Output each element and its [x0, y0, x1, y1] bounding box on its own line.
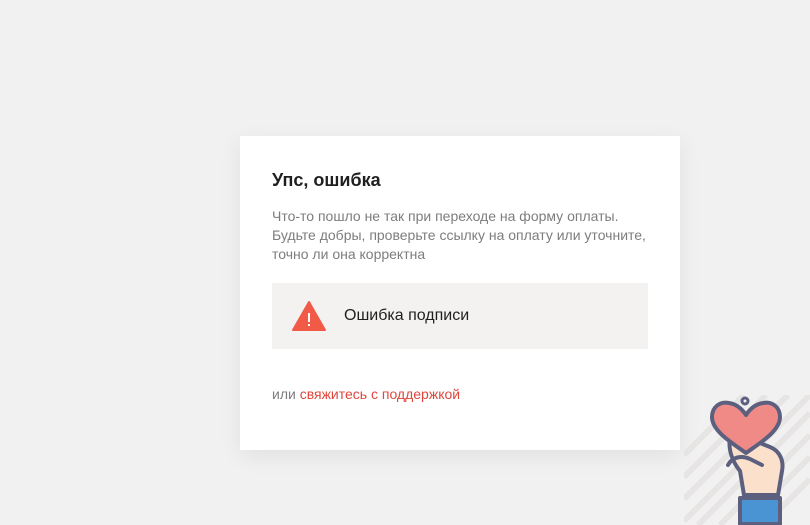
- support-line: или свяжитесь с поддержкой: [272, 386, 648, 402]
- error-description: Что-то пошло не так при переходе на форм…: [272, 208, 646, 262]
- error-page: Упс, ошибка Что-то пошло не так при пере…: [0, 0, 810, 525]
- error-title: Упс, ошибка: [272, 170, 381, 190]
- support-prefix: или: [272, 386, 296, 402]
- alert-message: Ошибка подписи: [344, 307, 470, 324]
- hand-holding-heart-icon: [684, 395, 810, 525]
- warning-triangle-icon: [292, 301, 326, 331]
- error-card: Упс, ошибка Что-то пошло не так при пере…: [240, 136, 680, 450]
- error-alert: Ошибка подписи: [272, 283, 648, 349]
- contact-support-link[interactable]: свяжитесь с поддержкой: [300, 386, 460, 402]
